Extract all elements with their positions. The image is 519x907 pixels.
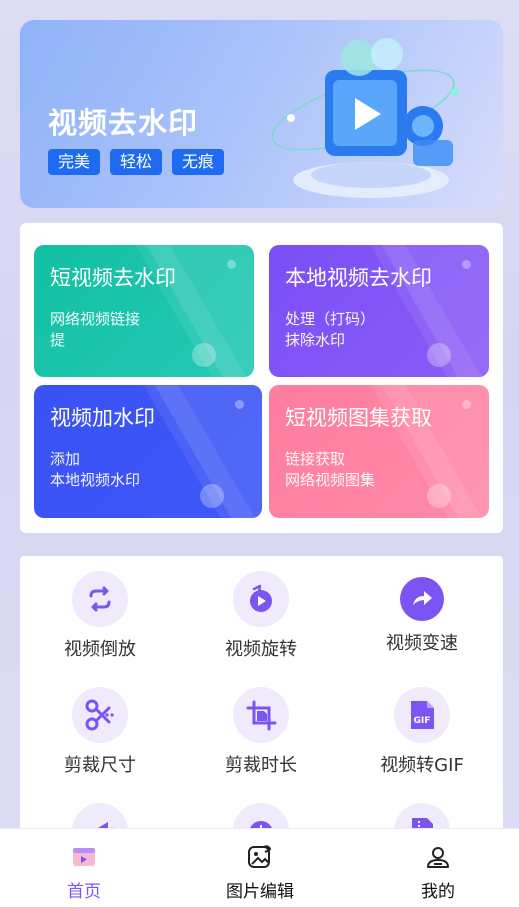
short-video-watermark-remove-card[interactable]: 短视频去水印 网络视频链接 提	[34, 245, 254, 377]
video-rotate-item[interactable]: 视频旋转	[181, 571, 341, 661]
gif-file-icon: GIF	[394, 687, 450, 743]
decorative-dot	[235, 400, 244, 409]
home-video-icon	[24, 843, 144, 873]
decorative-circle	[200, 484, 224, 508]
tool-title: 短视频图集获取	[285, 406, 432, 430]
decorative-circle	[192, 343, 216, 367]
nav-home[interactable]: 首页	[24, 843, 144, 902]
nav-label: 我的	[421, 882, 455, 902]
image-edit-icon	[200, 843, 320, 873]
tag-traceless: 无痕	[172, 149, 225, 175]
nav-label: 图片编辑	[226, 882, 294, 902]
decorative-dot	[227, 260, 236, 269]
tool-title: 视频加水印	[50, 406, 155, 430]
nav-image-edit[interactable]: 图片编辑	[200, 843, 320, 902]
feature-grid: 视频倒放 视频旋转 视频变速 剪裁尺寸 剪裁时长 GIF 视频转GIF	[20, 556, 503, 846]
grid-label: 视频旋转	[225, 639, 297, 660]
grid-label: 剪裁时长	[225, 755, 297, 776]
decorative-circle	[427, 484, 451, 508]
grid-label: 视频倒放	[64, 639, 136, 660]
banner-tags: 完美 轻松 无痕	[48, 149, 225, 175]
scissors-icon	[72, 687, 128, 743]
video-reverse-item[interactable]: 视频倒放	[20, 571, 180, 661]
rotate-play-icon	[233, 571, 289, 627]
crop-file-icon	[233, 687, 289, 743]
profile-icon	[378, 843, 498, 873]
crop-size-item[interactable]: 剪裁尺寸	[20, 687, 180, 777]
decorative-dot	[462, 260, 471, 269]
reverse-arrows-icon	[72, 571, 128, 627]
video-camera-illustration	[271, 38, 459, 198]
tool-description: 添加 本地视频水印	[50, 450, 141, 489]
bottom-nav: 首页 图片编辑 我的	[0, 828, 519, 907]
svg-text:GIF: GIF	[414, 716, 431, 726]
tool-description: 网络视频链接 提	[50, 310, 141, 349]
tool-title: 短视频去水印	[50, 266, 176, 290]
grid-label: 剪裁尺寸	[64, 755, 136, 776]
banner-title: 视频去水印	[48, 106, 199, 140]
decorative-dot	[462, 400, 471, 409]
hero-banner[interactable]: 视频去水印 完美 轻松 无痕	[20, 20, 503, 208]
grid-label: 视频变速	[386, 633, 458, 654]
forward-share-icon	[400, 577, 444, 621]
grid-label: 视频转GIF	[380, 755, 464, 776]
tools-card: 短视频去水印 网络视频链接 提 本地视频去水印 处理（打码） 抹除水印 视频加水…	[20, 223, 503, 533]
short-video-gallery-fetch-card[interactable]: 短视频图集获取 链接获取 网络视频图集	[269, 385, 489, 518]
tool-description: 链接获取 网络视频图集	[285, 450, 376, 489]
nav-label: 首页	[67, 882, 101, 902]
tag-easy: 轻松	[110, 149, 163, 175]
nav-profile[interactable]: 我的	[378, 843, 498, 902]
decorative-circle	[427, 343, 451, 367]
video-to-gif-item[interactable]: GIF 视频转GIF	[342, 687, 502, 777]
video-speed-item[interactable]: 视频变速	[342, 571, 502, 655]
video-add-watermark-card[interactable]: 视频加水印 添加 本地视频水印	[34, 385, 262, 518]
tag-perfect: 完美	[48, 149, 101, 175]
local-video-watermark-remove-card[interactable]: 本地视频去水印 处理（打码） 抹除水印	[269, 245, 489, 377]
crop-duration-item[interactable]: 剪裁时长	[181, 687, 341, 777]
tool-title: 本地视频去水印	[285, 266, 432, 290]
tool-description: 处理（打码） 抹除水印	[285, 310, 376, 349]
